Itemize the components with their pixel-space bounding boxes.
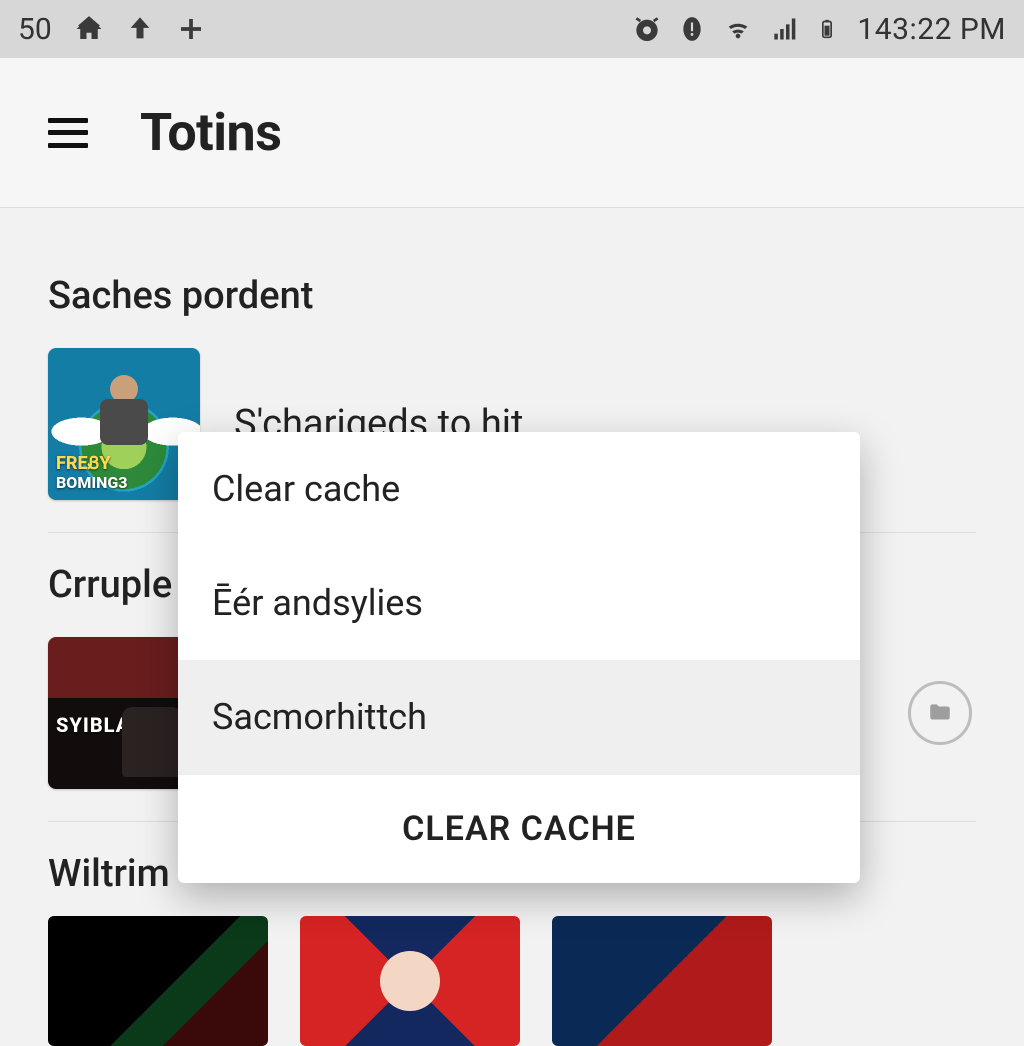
- upload-icon: [126, 15, 154, 43]
- menu-item-andsylies[interactable]: Ēér andsylies: [178, 546, 860, 660]
- menu-item-sacmorhittch[interactable]: Sacmorhittch: [178, 660, 860, 774]
- folder-button[interactable]: [908, 681, 972, 745]
- thumb-caption: FREᏰY: [56, 453, 111, 474]
- thumb-caption: SYIBLAAW: [56, 713, 163, 737]
- app-bar: Totins: [0, 58, 1024, 208]
- context-menu: Clear cache Ēér andsylies Sacmorhittch C…: [178, 432, 860, 883]
- battery-icon: [817, 14, 837, 44]
- status-counter: 50: [18, 12, 52, 47]
- status-time: 143:22 PM: [857, 12, 1006, 47]
- wifi-icon: [721, 15, 755, 43]
- status-bar: 50 143:22 PM: [0, 0, 1024, 58]
- alert-icon: [679, 14, 705, 44]
- media-tile[interactable]: [48, 916, 268, 1046]
- thumb-caption: BOMING3: [56, 473, 127, 492]
- page-title: Totins: [140, 102, 281, 163]
- plus-icon: [176, 14, 206, 44]
- menu-item-clear-cache[interactable]: Clear cache: [178, 432, 860, 546]
- media-tile[interactable]: [552, 916, 772, 1046]
- tile-row: [48, 916, 976, 1046]
- menu-icon[interactable]: [48, 118, 88, 148]
- section-title-1: Saches pordent: [48, 274, 976, 318]
- media-tile[interactable]: [300, 916, 520, 1046]
- home-icon: [74, 14, 104, 44]
- clear-cache-button[interactable]: CLEAR CACHE: [178, 774, 860, 883]
- signal-icon: [771, 15, 801, 43]
- alarm-icon: [631, 13, 663, 45]
